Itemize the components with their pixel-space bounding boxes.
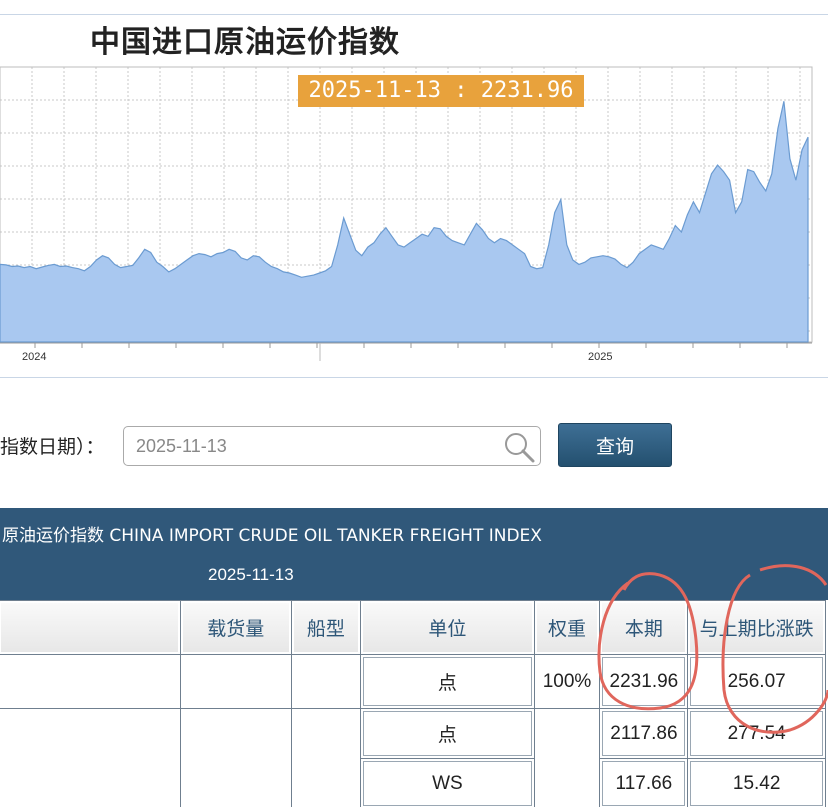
- index-date-label: 指数日期）：: [0, 436, 105, 458]
- search-icon[interactable]: [502, 430, 536, 464]
- cell-name: [0, 708, 182, 807]
- series-area: [0, 101, 809, 343]
- query-button[interactable]: 查询: [558, 423, 672, 467]
- date-input[interactable]: [123, 426, 541, 466]
- cell-change: 277.54: [687, 708, 826, 759]
- header-load: 载货量: [180, 600, 292, 655]
- cell-current: 117.66: [599, 758, 689, 807]
- table-title: 原油运价指数 CHINA IMPORT CRUDE OIL TANKER FRE…: [2, 526, 542, 546]
- x-tick-label: 2024: [22, 351, 46, 363]
- table-row: 点 100% 2231.96 256.07: [0, 654, 826, 709]
- header-ship-type: 船型: [290, 600, 362, 655]
- cell-change: 256.07: [687, 654, 826, 709]
- cell-change: 15.42: [687, 758, 826, 807]
- cell-current: 2231.96: [599, 654, 689, 709]
- page: { "chart": { "title": "中国进口原油运价指数", "too…: [0, 0, 828, 807]
- cell-weight: 100%: [533, 654, 601, 709]
- freight-index-table: 载货量 船型 单位 权重 本期 与上期比涨跌 点 100% 2231.96 25…: [0, 600, 826, 807]
- cell-ship: [290, 708, 362, 807]
- cell-load: [180, 654, 292, 709]
- index-chart: 2024 2025 中国进口原油运价指数 2025-11-13 : 2231.96: [0, 14, 828, 378]
- table-date: 2025-11-13: [208, 565, 294, 584]
- header-change: 与上期比涨跌: [687, 600, 826, 655]
- header-current: 本期: [599, 600, 689, 655]
- chart-title: 中国进口原油运价指数: [90, 25, 400, 60]
- cell-current: 2117.86: [599, 708, 689, 759]
- table-row: 点 2117.86 277.54: [0, 708, 826, 807]
- cell-weight: [533, 708, 601, 807]
- cell-unit: WS: [360, 758, 535, 807]
- table-header-row: 载货量 船型 单位 权重 本期 与上期比涨跌: [0, 600, 826, 655]
- cell-load: [180, 708, 292, 807]
- x-tick-label: 2025: [588, 351, 612, 363]
- table-header-band: 原油运价指数 CHINA IMPORT CRUDE OIL TANKER FRE…: [0, 508, 828, 600]
- header-unit: 单位: [360, 600, 535, 655]
- cell-unit: 点: [360, 708, 535, 759]
- chart-plot: 2024 2025: [0, 66, 813, 363]
- chart-tooltip: 2025-11-13 : 2231.96: [298, 75, 584, 107]
- cell-ship: [290, 654, 362, 709]
- header-weight: 权重: [533, 600, 601, 655]
- header-name: [0, 600, 182, 655]
- cell-name: [0, 654, 182, 709]
- cell-unit: 点: [360, 654, 535, 709]
